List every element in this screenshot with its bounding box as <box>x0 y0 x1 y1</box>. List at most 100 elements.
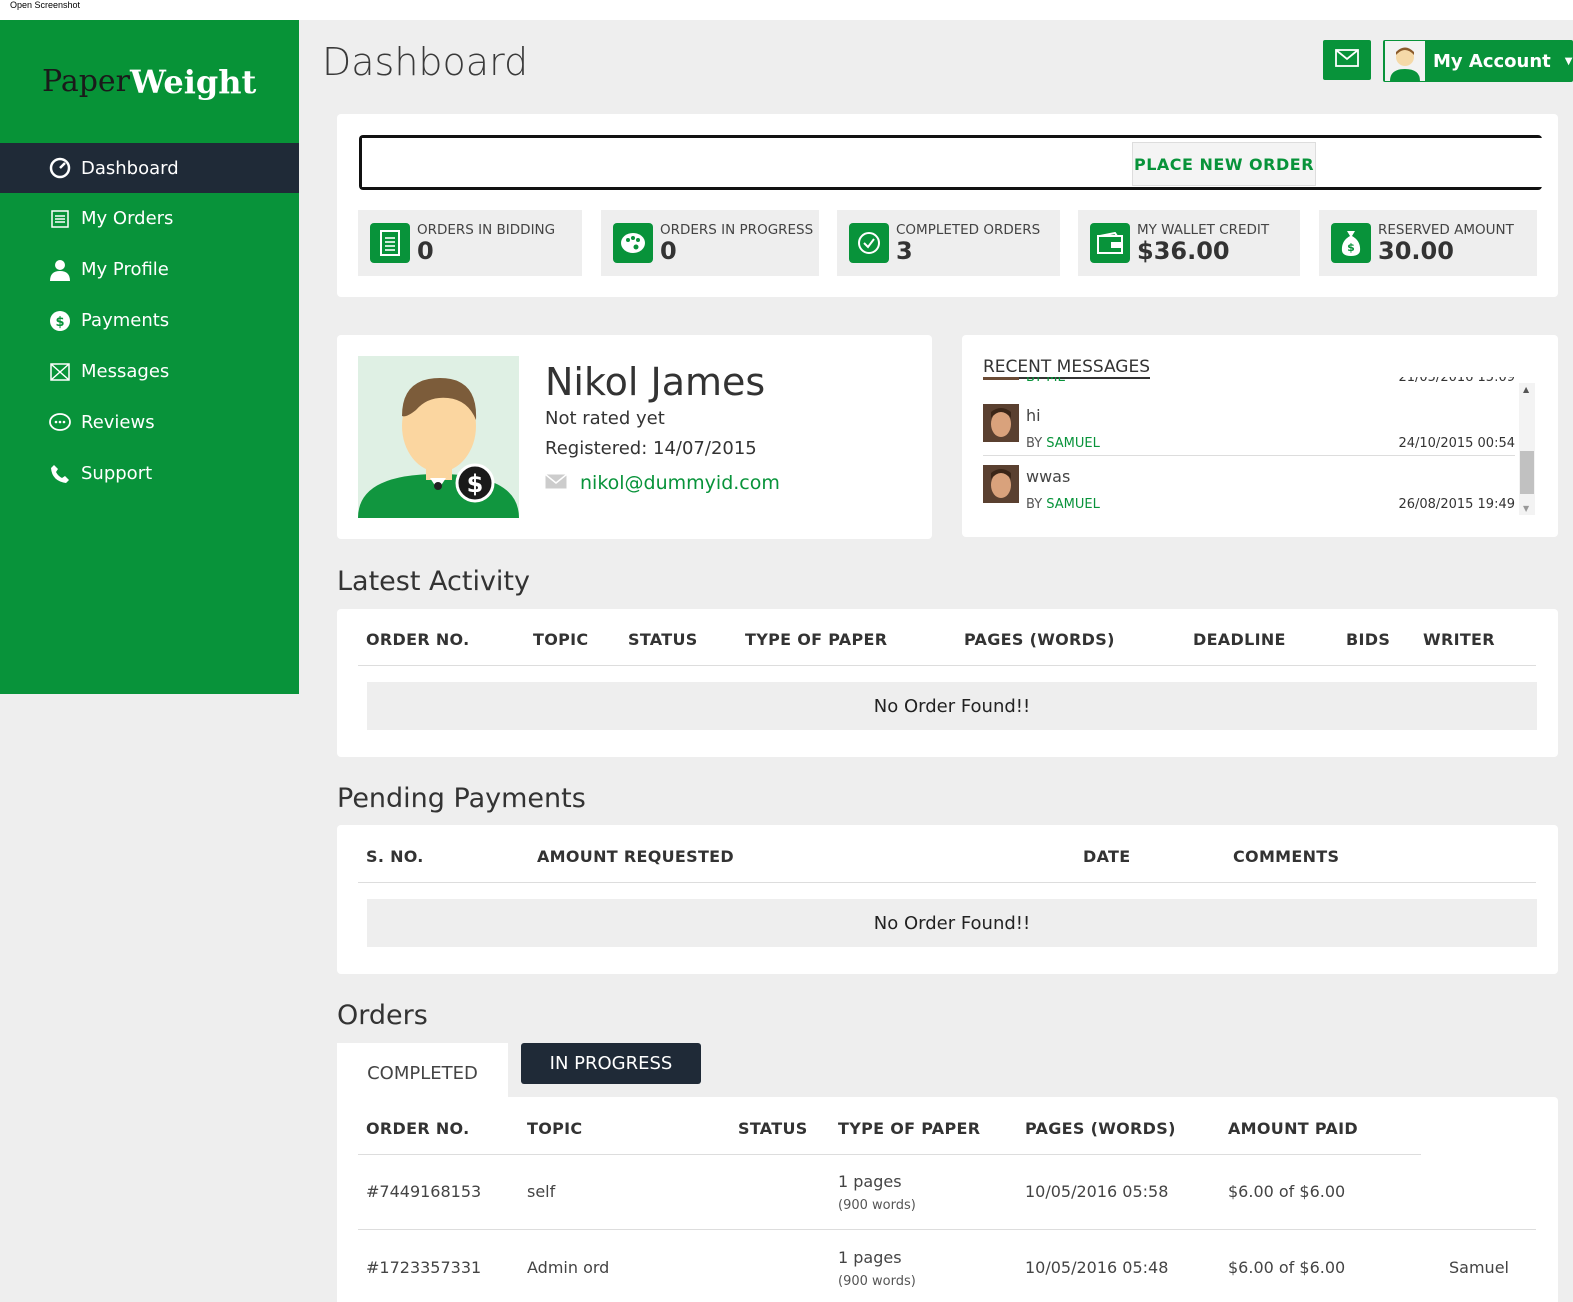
stat-orders-in-bidding[interactable]: ORDERS IN BIDDING 0 <box>358 210 582 276</box>
sidebar-item-label: Dashboard <box>81 157 179 179</box>
tab-in-progress[interactable]: IN PROGRESS <box>521 1043 701 1084</box>
sidebar-item-dashboard[interactable]: Dashboard <box>0 143 299 193</box>
stat-value: 3 <box>896 236 913 265</box>
order-number[interactable]: #1723357331 <box>366 1258 481 1277</box>
stat-label: ORDERS IN PROGRESS <box>660 221 814 238</box>
column-header: DEADLINE <box>1193 630 1286 649</box>
scroll-up-icon[interactable]: ▲ <box>1523 385 1529 394</box>
sidebar-item-payments[interactable]: $ Payments <box>0 295 299 346</box>
order-writer: Samuel <box>1449 1258 1509 1277</box>
order-number[interactable]: #7449168153 <box>366 1182 481 1201</box>
order-date: 10/05/2016 05:58 <box>1025 1182 1169 1201</box>
stat-reserved-amount[interactable]: $ RESERVED AMOUNT 30.00 <box>1319 210 1537 276</box>
tab-completed[interactable]: COMPLETED <box>337 1043 508 1103</box>
check-circle-icon <box>849 223 889 263</box>
column-header: AMOUNT REQUESTED <box>537 847 734 866</box>
sidebar-item-my-profile[interactable]: My Profile <box>0 244 299 295</box>
svg-text:$: $ <box>55 315 64 330</box>
sidebar-item-label: My Profile <box>81 259 169 280</box>
column-header: TOPIC <box>527 1119 583 1138</box>
sidebar-item-reviews[interactable]: Reviews <box>0 397 299 448</box>
stat-completed-orders[interactable]: COMPLETED ORDERS 3 <box>837 210 1060 276</box>
column-header: WRITER <box>1423 630 1495 649</box>
order-search-input[interactable] <box>362 138 1130 187</box>
column-header: STATUS <box>628 630 698 649</box>
logo-weight: Weight <box>130 62 257 101</box>
window-titlebar: Open Screenshot <box>0 0 1573 20</box>
message-sender: BY SAMUEL <box>1026 497 1100 512</box>
pending-payments-title: Pending Payments <box>337 783 586 814</box>
sidebar-item-support[interactable]: Support <box>0 448 299 499</box>
stat-wallet-credit[interactable]: MY WALLET CREDIT $36.00 <box>1078 210 1300 276</box>
scroll-down-icon[interactable]: ▼ <box>1523 504 1529 513</box>
sidebar-item-label: Payments <box>81 310 170 331</box>
messages-scrollbar[interactable]: ▲ ▼ <box>1519 383 1535 515</box>
column-header: COMMENTS <box>1233 847 1340 866</box>
column-header: STATUS <box>738 1119 808 1138</box>
account-menu-button[interactable]: My Account ▼ <box>1383 40 1573 82</box>
mail-icon <box>49 361 71 383</box>
envelope-icon <box>545 473 567 493</box>
message-date: 26/08/2015 19:49 <box>1398 497 1515 512</box>
stat-label: MY WALLET CREDIT <box>1137 221 1270 238</box>
sidebar-item-label: My Orders <box>81 208 174 229</box>
order-bar-extra-field[interactable] <box>1326 138 1545 187</box>
stat-label: RESERVED AMOUNT <box>1378 221 1514 238</box>
sidebar-item-my-orders[interactable]: My Orders <box>0 193 299 244</box>
profile-email-link[interactable]: nikol@dummyid.com <box>580 472 780 494</box>
column-header: PAGES (WORDS) <box>964 630 1115 649</box>
order-topic: Admin ord <box>527 1258 610 1277</box>
stat-value: 30.00 <box>1378 236 1454 265</box>
order-date: 10/05/2016 05:48 <box>1025 1258 1169 1277</box>
table-row[interactable]: #7449168153 self 1 pages (900 words) 10/0… <box>358 1155 1536 1230</box>
message-item[interactable]: wwas BY SAMUEL 26/08/2015 19:49 <box>983 465 1515 521</box>
avatar <box>983 377 1019 380</box>
wallet-icon <box>1090 223 1130 263</box>
divider <box>358 665 1536 666</box>
sidebar: Paper Weight Dashboard My Orders My Profi… <box>0 20 299 694</box>
list-icon <box>49 208 71 230</box>
profile-rating: Not rated yet <box>545 408 665 429</box>
message-sender-partial: BY ME <box>1026 377 1066 385</box>
new-order-bar: PLACE NEW ORDER <box>359 135 1545 190</box>
profile-email-row: nikol@dummyid.com <box>545 472 780 494</box>
page-title: Dashboard <box>322 40 529 84</box>
order-amount: $6.00 of $6.00 <box>1228 1182 1346 1201</box>
order-pages: 1 pages (900 words) <box>838 1172 916 1214</box>
profile-photo: $ <box>358 356 519 518</box>
column-header: ORDER NO. <box>366 630 470 649</box>
stat-value: $36.00 <box>1137 236 1230 265</box>
orders-title: Orders <box>337 1000 428 1031</box>
empty-state: No Order Found!! <box>367 899 1537 947</box>
divider <box>358 882 1536 883</box>
avatar <box>1385 41 1425 81</box>
sender-avatar <box>983 404 1019 442</box>
envelope-icon <box>1335 49 1359 71</box>
recent-messages-title: RECENT MESSAGES <box>983 357 1151 379</box>
table-row[interactable]: #1723357331 Admin ord 1 pages (900 words)… <box>358 1231 1536 1302</box>
place-new-order-button[interactable]: PLACE NEW ORDER <box>1132 142 1316 186</box>
column-header: PAGES (WORDS) <box>1025 1119 1176 1138</box>
palette-icon <box>613 223 653 263</box>
stat-orders-in-progress[interactable]: ORDERS IN PROGRESS 0 <box>601 210 819 276</box>
scrollbar-thumb[interactable] <box>1520 451 1534 494</box>
column-header: AMOUNT PAID <box>1228 1119 1358 1138</box>
sender-avatar <box>983 465 1019 503</box>
message-date-partial: 21/05/2016 15:09 <box>1398 377 1515 385</box>
svg-text:$: $ <box>467 470 484 498</box>
messages-button[interactable] <box>1323 40 1371 80</box>
user-icon <box>49 259 71 281</box>
phone-icon <box>49 463 71 485</box>
message-text: hi <box>1026 406 1041 425</box>
logo[interactable]: Paper Weight <box>0 20 299 143</box>
sidebar-item-messages[interactable]: Messages <box>0 346 299 397</box>
money-bag-icon: $ <box>1331 223 1371 263</box>
message-item[interactable]: hi BY SAMUEL 24/10/2015 00:54 <box>983 404 1515 456</box>
order-pages: 1 pages (900 words) <box>838 1248 916 1290</box>
sidebar-item-label: Support <box>81 463 153 484</box>
empty-state: No Order Found!! <box>367 682 1537 730</box>
stat-label: ORDERS IN BIDDING <box>417 221 556 238</box>
message-text: wwas <box>1026 467 1071 486</box>
stat-value: 0 <box>660 236 677 265</box>
message-item-partial: BY ME 21/05/2016 15:09 <box>983 377 1515 386</box>
